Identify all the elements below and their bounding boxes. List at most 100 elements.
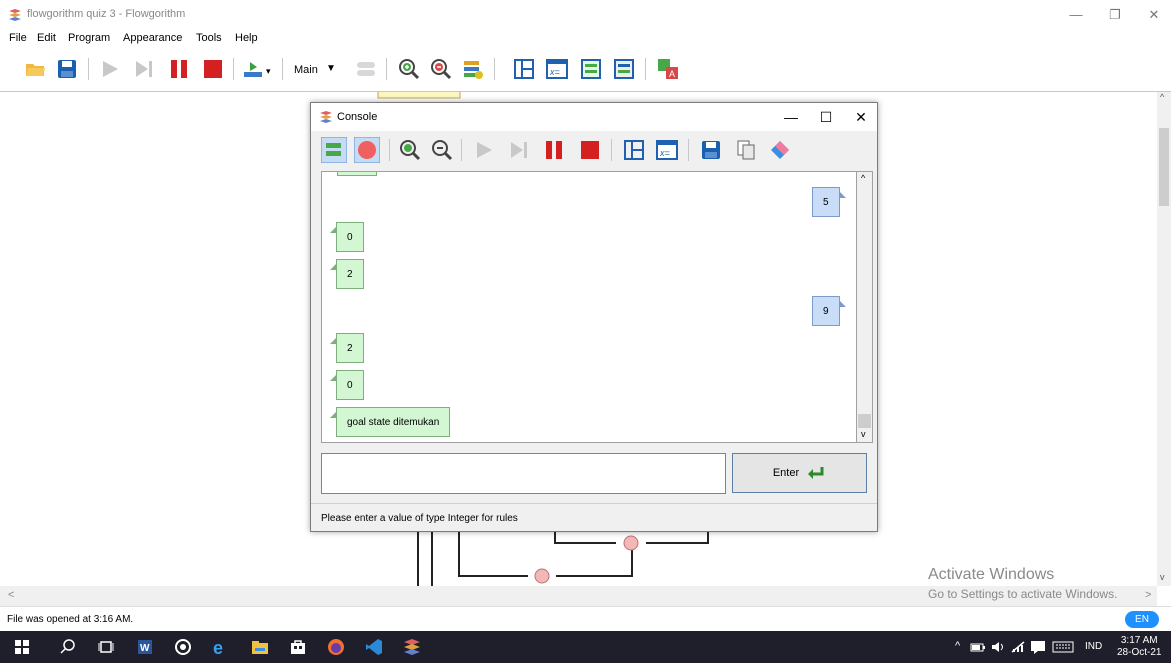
save-icon[interactable] (700, 139, 722, 161)
console-output-scrollbar[interactable]: ^ v (857, 171, 873, 443)
translate-icon[interactable]: A (657, 58, 679, 80)
function-select[interactable]: Main (294, 64, 318, 76)
console-icon[interactable] (580, 58, 602, 80)
enter-icon (808, 467, 824, 480)
output-bubble: goal state ditemukan (329, 407, 451, 437)
activate-windows-watermark: Activate Windows Go to Settings to activ… (928, 566, 1117, 601)
stop-icon[interactable] (579, 139, 601, 161)
step-icon[interactable] (133, 58, 155, 80)
console-title: Console (337, 111, 378, 123)
flowgorithm-icon (9, 9, 21, 21)
vscode-icon[interactable] (364, 637, 384, 657)
activate-subtitle: Go to Settings to activate Windows. (928, 587, 1118, 601)
pause-icon[interactable] (168, 58, 190, 80)
main-toolbar: ▾ Main ▼ x= A (0, 48, 1171, 92)
layout-icon[interactable] (623, 139, 645, 161)
copy-icon[interactable] (735, 139, 757, 161)
console-status-bar: Please enter a value of type Integer for… (311, 503, 877, 531)
store-icon[interactable] (288, 637, 308, 657)
activate-title: Activate Windows (928, 566, 1055, 583)
chevron-down-icon[interactable]: ▼ (326, 63, 336, 74)
language-badge[interactable]: EN (1125, 611, 1159, 628)
speed-icon[interactable] (242, 58, 264, 80)
keyboard-icon[interactable] (1052, 640, 1074, 654)
console-output[interactable]: 0 2 5 9 2 0 goal state ditemukan (321, 171, 857, 443)
battery-icon[interactable] (970, 640, 986, 654)
step-icon[interactable] (508, 139, 530, 161)
status-bar: File was opened at 3:16 AM. EN (0, 606, 1171, 631)
clock-time: 3:17 AM (1120, 635, 1158, 646)
network-icon[interactable] (1010, 640, 1026, 654)
menu-file[interactable]: File (9, 32, 27, 44)
menu-tools[interactable]: Tools (196, 32, 222, 44)
input-language-indicator[interactable]: IND (1085, 641, 1102, 652)
console-status-message: Please enter a value of type Integer for… (321, 513, 518, 524)
volume-icon[interactable] (990, 640, 1006, 654)
console-close-button[interactable]: ✕ (851, 108, 871, 126)
output-icon[interactable] (613, 58, 635, 80)
svg-text:A: A (669, 69, 675, 79)
menu-program[interactable]: Program (68, 32, 110, 44)
layout-icon[interactable] (513, 58, 535, 80)
taskbar: W e ^ IND 3:17 AM 28-Oct-21 (0, 631, 1171, 663)
run-icon[interactable] (99, 58, 121, 80)
close-button[interactable]: ✕ (1144, 6, 1164, 24)
flowgorithm-icon (320, 111, 332, 123)
restore-button[interactable]: ❐ (1105, 6, 1125, 24)
notification-icon[interactable] (1030, 640, 1046, 654)
scroll-thumb[interactable] (858, 414, 871, 428)
output-bubble: 2 (330, 333, 364, 363)
variable-watch-icon[interactable]: x= (546, 58, 568, 80)
menu-help[interactable]: Help (235, 32, 258, 44)
run-icon[interactable] (473, 139, 495, 161)
save-icon[interactable] (56, 58, 78, 80)
menu-bar: File Edit Program Appearance Tools Help (0, 30, 1171, 48)
output-bubble-partial (337, 172, 377, 176)
eraser-icon[interactable] (769, 139, 791, 161)
search-icon[interactable] (58, 637, 78, 657)
layers-icon[interactable] (462, 58, 484, 80)
console-maximize-button[interactable]: ☐ (816, 108, 836, 126)
zoom-out-icon[interactable] (431, 139, 453, 161)
canvas-vertical-scrollbar[interactable]: ^ v (1157, 92, 1171, 586)
record-icon[interactable] (354, 137, 380, 163)
svg-text:x=: x= (659, 148, 670, 158)
zoom-out-icon[interactable] (430, 58, 452, 80)
open-folder-icon[interactable] (24, 58, 46, 80)
stop-icon[interactable] (202, 58, 224, 80)
menu-edit[interactable]: Edit (37, 32, 56, 44)
tray-chevron-icon[interactable]: ^ (955, 640, 960, 652)
function-list-icon[interactable] (355, 58, 377, 80)
zoom-in-icon[interactable] (399, 139, 421, 161)
chat-view-icon[interactable] (321, 137, 347, 163)
output-bubble: 0 (330, 222, 364, 252)
minimize-button[interactable]: — (1066, 6, 1086, 24)
task-view-icon[interactable] (96, 637, 116, 657)
output-bubble: 0 (330, 370, 364, 400)
firefox-icon[interactable] (326, 637, 346, 657)
variable-watch-icon[interactable]: x= (656, 139, 678, 161)
menu-appearance[interactable]: Appearance (123, 32, 182, 44)
record-app-icon[interactable] (173, 637, 193, 657)
console-toolbar: x= (311, 131, 877, 171)
svg-text:W: W (140, 643, 150, 654)
window-title: flowgorithm quiz 3 - Flowgorithm (27, 8, 186, 20)
scroll-thumb[interactable] (1159, 128, 1169, 206)
console-input-field[interactable] (321, 453, 726, 494)
flowgorithm-taskbar-icon[interactable] (402, 637, 422, 657)
status-message: File was opened at 3:16 AM. (7, 614, 134, 625)
zoom-in-icon[interactable] (398, 58, 420, 80)
edge-icon[interactable]: e (211, 637, 231, 657)
pause-icon[interactable] (543, 139, 565, 161)
windows-start-icon[interactable] (12, 637, 32, 657)
clock[interactable]: 3:17 AM 28-Oct-21 (1117, 635, 1161, 659)
enter-button[interactable]: Enter (732, 453, 867, 493)
output-bubble: 2 (330, 259, 364, 289)
input-bubble: 9 (812, 296, 846, 326)
svg-text:e: e (213, 638, 223, 657)
input-bubble: 5 (812, 187, 846, 217)
speed-dropdown-arrow[interactable]: ▾ (266, 66, 271, 77)
word-icon[interactable]: W (135, 637, 155, 657)
file-explorer-icon[interactable] (250, 637, 270, 657)
console-minimize-button[interactable]: — (781, 108, 801, 126)
